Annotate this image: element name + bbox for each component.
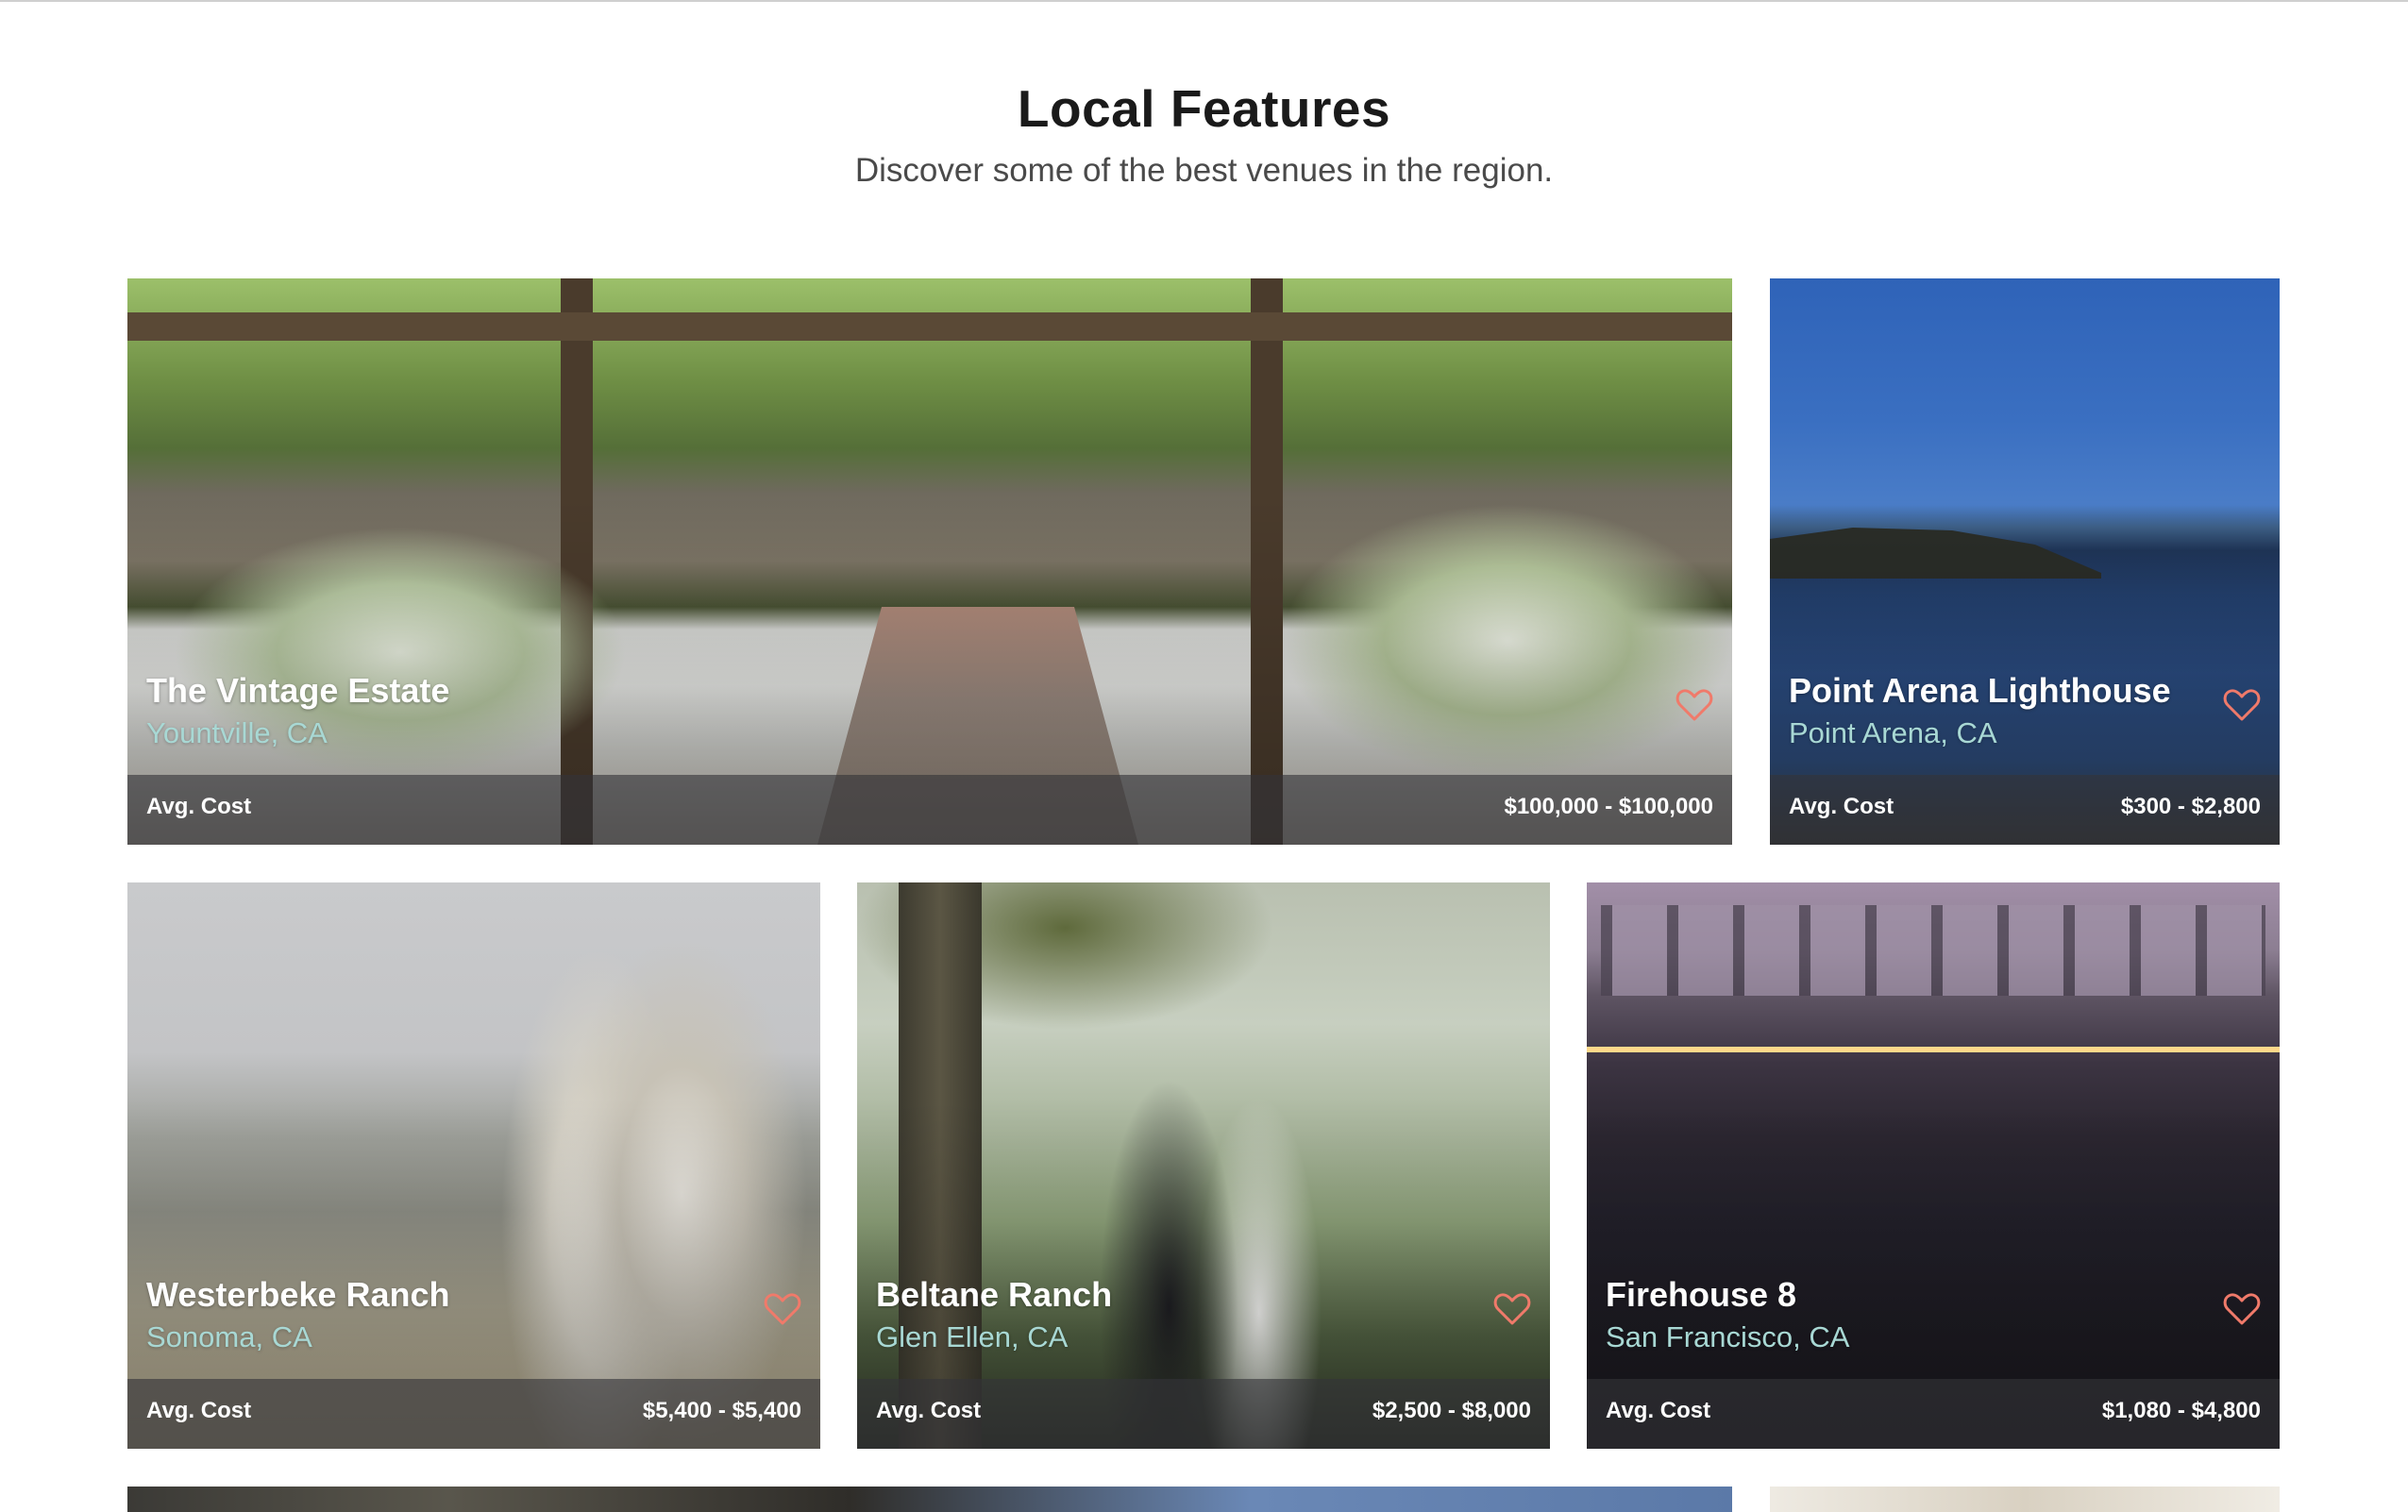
venue-location: Glen Ellen, CA [876,1320,1069,1353]
heart-outline-icon[interactable] [764,1292,801,1326]
venue-name[interactable]: Westerbeke Ranch [146,1275,449,1315]
cost-value: $300 - $2,800 [2120,794,2261,819]
cost-value: $2,500 - $8,000 [1372,1398,1531,1423]
cost-bar: Avg. Cost $100,000 - $100,000 [127,775,1732,845]
venue-name[interactable]: Beltane Ranch [876,1275,1112,1315]
cost-bar: Avg. Cost $5,400 - $5,400 [127,1379,820,1449]
heart-outline-icon[interactable] [2223,1292,2261,1326]
cost-label: Avg. Cost [1789,794,1894,819]
venue-location: Yountville, CA [146,716,328,749]
venue-photo [127,1487,1732,1512]
section-title: Local Features [1017,79,1391,138]
cost-label: Avg. Cost [1606,1398,1711,1423]
cost-label: Avg. Cost [146,794,252,819]
venue-location: Point Arena, CA [1789,716,1997,749]
venue-name[interactable]: The Vintage Estate [146,671,449,711]
venue-card-partial[interactable] [1770,1487,2280,1512]
venue-card-partial[interactable] [127,1487,1732,1512]
section-header: Local Features Discover some of the best… [0,76,2408,193]
venue-name[interactable]: Point Arena Lighthouse [1789,671,2171,711]
cost-label: Avg. Cost [876,1398,982,1423]
heart-outline-icon[interactable] [1493,1292,1531,1326]
venue-card-firehouse-8[interactable]: Firehouse 8 San Francisco, CA Avg. Cost … [1587,882,2280,1449]
heart-outline-icon[interactable] [1675,688,1713,722]
venue-card-beltane-ranch[interactable]: Beltane Ranch Glen Ellen, CA Avg. Cost $… [857,882,1550,1449]
cost-bar: Avg. Cost $2,500 - $8,000 [857,1379,1550,1449]
top-divider [0,0,2408,2]
venue-photo [1770,1487,2280,1512]
venue-card-point-arena-lighthouse[interactable]: Point Arena Lighthouse Point Arena, CA A… [1770,278,2280,845]
venue-location: Sonoma, CA [146,1320,312,1353]
cost-bar: Avg. Cost $1,080 - $4,800 [1587,1379,2280,1449]
section-subtitle: Discover some of the best venues in the … [854,152,1554,189]
venue-name[interactable]: Firehouse 8 [1606,1275,1796,1315]
cost-value: $100,000 - $100,000 [1504,794,1713,819]
venue-location: San Francisco, CA [1606,1320,1850,1353]
cost-bar: Avg. Cost $300 - $2,800 [1770,775,2280,845]
cost-label: Avg. Cost [146,1398,252,1423]
heart-outline-icon[interactable] [2223,688,2261,722]
venue-card-vintage-estate[interactable]: The Vintage Estate Yountville, CA Avg. C… [127,278,1732,845]
venue-card-westerbeke-ranch[interactable]: Westerbeke Ranch Sonoma, CA Avg. Cost $5… [127,882,820,1449]
cost-value: $5,400 - $5,400 [642,1398,801,1423]
cost-value: $1,080 - $4,800 [2101,1398,2261,1423]
